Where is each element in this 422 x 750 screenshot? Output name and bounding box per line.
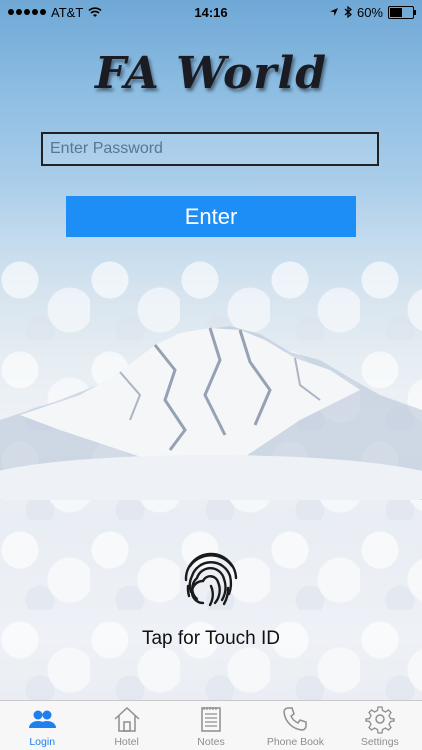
app-title: FA World [95, 48, 327, 99]
tab-label: Settings [360, 736, 399, 748]
tab-label: Phone Book [266, 736, 325, 748]
users-icon [29, 710, 57, 728]
notepad-icon [201, 707, 221, 732]
password-field[interactable] [41, 132, 379, 166]
status-bar: AT&T 14:16 60% [0, 0, 422, 24]
tab-label: Hotel [114, 736, 139, 748]
gear-icon [365, 706, 395, 734]
location-icon [329, 8, 338, 16]
tab-bar: Login Hotel Notes Phone Book Settings [0, 700, 422, 750]
login-screen: AT&T 14:16 60% FA World Enter Tap for To… [0, 0, 422, 750]
signal-icon [8, 9, 46, 15]
fingerprint-icon[interactable] [180, 548, 242, 610]
tab-label: Notes [197, 736, 225, 748]
battery-percent: 60% [356, 4, 383, 20]
house-icon [114, 706, 140, 732]
tab-settings[interactable]: Settings [338, 701, 422, 750]
mountain-image [0, 326, 422, 500]
wifi-icon [88, 6, 102, 17]
bluetooth-icon [344, 6, 352, 18]
tab-label: Login [29, 736, 56, 748]
battery-icon [388, 5, 416, 19]
enter-button[interactable]: Enter [66, 196, 356, 237]
tab-login[interactable]: Login [0, 701, 84, 750]
tab-notes[interactable]: Notes [169, 701, 253, 750]
phone-icon [283, 707, 308, 731]
carrier-label: AT&T [51, 4, 84, 20]
tab-phone-book[interactable]: Phone Book [253, 701, 337, 750]
touch-id-label[interactable]: Tap for Touch ID [0, 628, 422, 650]
tab-hotel[interactable]: Hotel [84, 701, 168, 750]
